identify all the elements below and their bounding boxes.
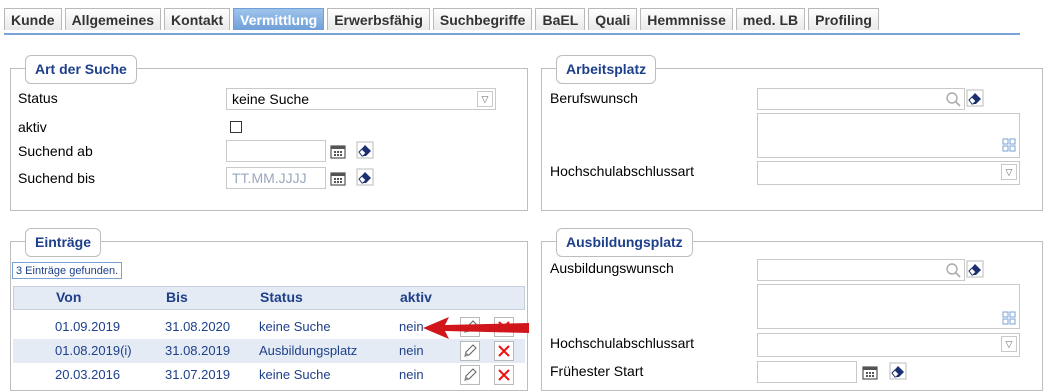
- aktiv-label: aktiv: [18, 119, 47, 135]
- expand-icon[interactable]: [1002, 311, 1016, 325]
- cell-von: 20.03.2016: [55, 367, 121, 382]
- aktiv-checkbox[interactable]: [230, 121, 242, 133]
- chevron-down-icon[interactable]: ▽: [477, 91, 493, 107]
- panel-title: Ausbildungsplatz: [556, 228, 693, 257]
- table-header: Von Bis Status aktiv: [13, 286, 525, 310]
- close-icon: [498, 369, 510, 381]
- delete-button[interactable]: [494, 365, 514, 385]
- ausbildungswunsch-textarea[interactable]: [757, 284, 1020, 329]
- tab-profiling[interactable]: Profiling: [808, 8, 879, 30]
- tab-vermittlung[interactable]: Vermittlung: [233, 8, 325, 30]
- chevron-down-icon[interactable]: ▽: [1001, 164, 1017, 180]
- table-row[interactable]: 20.03.2016 31.07.2019 keine Suche nein: [13, 363, 525, 387]
- annotation-arrow-icon: [423, 317, 529, 339]
- cell-status: keine Suche: [259, 319, 331, 334]
- edit-button[interactable]: [460, 341, 480, 361]
- delete-button[interactable]: [494, 341, 514, 361]
- pencil-icon: [464, 368, 477, 381]
- ausbildungswunsch-input[interactable]: [757, 259, 965, 281]
- suchend-bis-input[interactable]: TT.MM.JJJJ: [226, 167, 326, 189]
- tab-underline: [4, 33, 1020, 35]
- tab-suchbegriffe[interactable]: Suchbegriffe: [432, 8, 533, 30]
- calendar-icon[interactable]: [330, 143, 346, 159]
- berufswunsch-label: Berufswunsch: [550, 90, 638, 106]
- cell-aktiv: nein: [399, 343, 424, 358]
- col-aktiv[interactable]: aktiv: [400, 289, 432, 305]
- tab-bael[interactable]: BaEL: [535, 8, 586, 30]
- tab-erwerbsfaehig[interactable]: Erwerbsfähig: [327, 8, 430, 30]
- chevron-down-icon[interactable]: ▽: [1001, 336, 1017, 352]
- panel-title: Einträge: [25, 228, 102, 257]
- col-bis[interactable]: Bis: [166, 289, 188, 305]
- hochschulabschlussart-select[interactable]: ▽: [757, 161, 1020, 185]
- cell-aktiv: nein: [399, 319, 424, 334]
- tab-bar: Kunde Allgemeines Kontakt Vermittlung Er…: [4, 8, 882, 34]
- tab-med-lb[interactable]: med. LB: [735, 8, 806, 30]
- col-von[interactable]: Von: [56, 289, 81, 305]
- close-icon: [498, 345, 510, 357]
- hochschulabschlussart-label: Hochschulabschlussart: [550, 163, 694, 179]
- cell-von: 01.09.2019: [55, 319, 121, 334]
- suchend-ab-label: Suchend ab: [18, 143, 93, 159]
- fruehester-start-input[interactable]: [757, 361, 857, 383]
- status-select[interactable]: keine Suche ▽: [226, 88, 496, 110]
- hochschulabschlussart-select[interactable]: ▽: [757, 333, 1020, 357]
- hochschulabschlussart-label: Hochschulabschlussart: [550, 335, 694, 351]
- panel-title: Arbeitsplatz: [556, 55, 657, 84]
- berufswunsch-input[interactable]: [757, 88, 965, 110]
- edit-button[interactable]: [460, 365, 480, 385]
- tab-kontakt[interactable]: Kontakt: [164, 8, 231, 30]
- berufswunsch-textarea[interactable]: [757, 113, 1020, 158]
- entries-count-badge: 3 Einträge gefunden.: [12, 262, 123, 279]
- suchend-bis-label: Suchend bis: [18, 170, 96, 186]
- cell-bis: 31.07.2019: [165, 367, 231, 382]
- fruehester-start-label: Frühester Start: [550, 363, 644, 379]
- search-icon[interactable]: [945, 262, 961, 278]
- eraser-icon[interactable]: [356, 168, 374, 186]
- calendar-icon[interactable]: [862, 364, 878, 380]
- eraser-icon[interactable]: [356, 141, 374, 159]
- cell-aktiv: nein: [399, 367, 424, 382]
- status-label: Status: [18, 90, 58, 106]
- eraser-icon[interactable]: [889, 362, 907, 380]
- pencil-icon: [464, 344, 477, 357]
- tab-kunde[interactable]: Kunde: [4, 8, 62, 30]
- cell-status: Ausbildungsplatz: [259, 343, 358, 358]
- calendar-icon[interactable]: [330, 170, 346, 186]
- eraser-icon[interactable]: [966, 260, 984, 278]
- col-status[interactable]: Status: [260, 289, 303, 305]
- cell-von: 01.08.2019(i): [55, 343, 132, 358]
- tab-hemmnisse[interactable]: Hemmnisse: [640, 8, 733, 30]
- eraser-icon[interactable]: [966, 89, 984, 107]
- panel-title: Art der Suche: [25, 55, 137, 84]
- search-icon[interactable]: [945, 91, 961, 107]
- table-row[interactable]: 01.08.2019(i) 31.08.2019 Ausbildungsplat…: [13, 339, 525, 363]
- tab-quali[interactable]: Quali: [588, 8, 638, 30]
- cell-status: keine Suche: [259, 367, 331, 382]
- tab-allgemeines[interactable]: Allgemeines: [64, 8, 162, 30]
- ausbildungswunsch-label: Ausbildungswunsch: [550, 260, 674, 276]
- expand-icon[interactable]: [1002, 138, 1016, 152]
- cell-bis: 31.08.2020: [165, 319, 231, 334]
- status-value: keine Suche: [232, 91, 310, 107]
- suchend-ab-input[interactable]: [226, 140, 326, 162]
- cell-bis: 31.08.2019: [165, 343, 231, 358]
